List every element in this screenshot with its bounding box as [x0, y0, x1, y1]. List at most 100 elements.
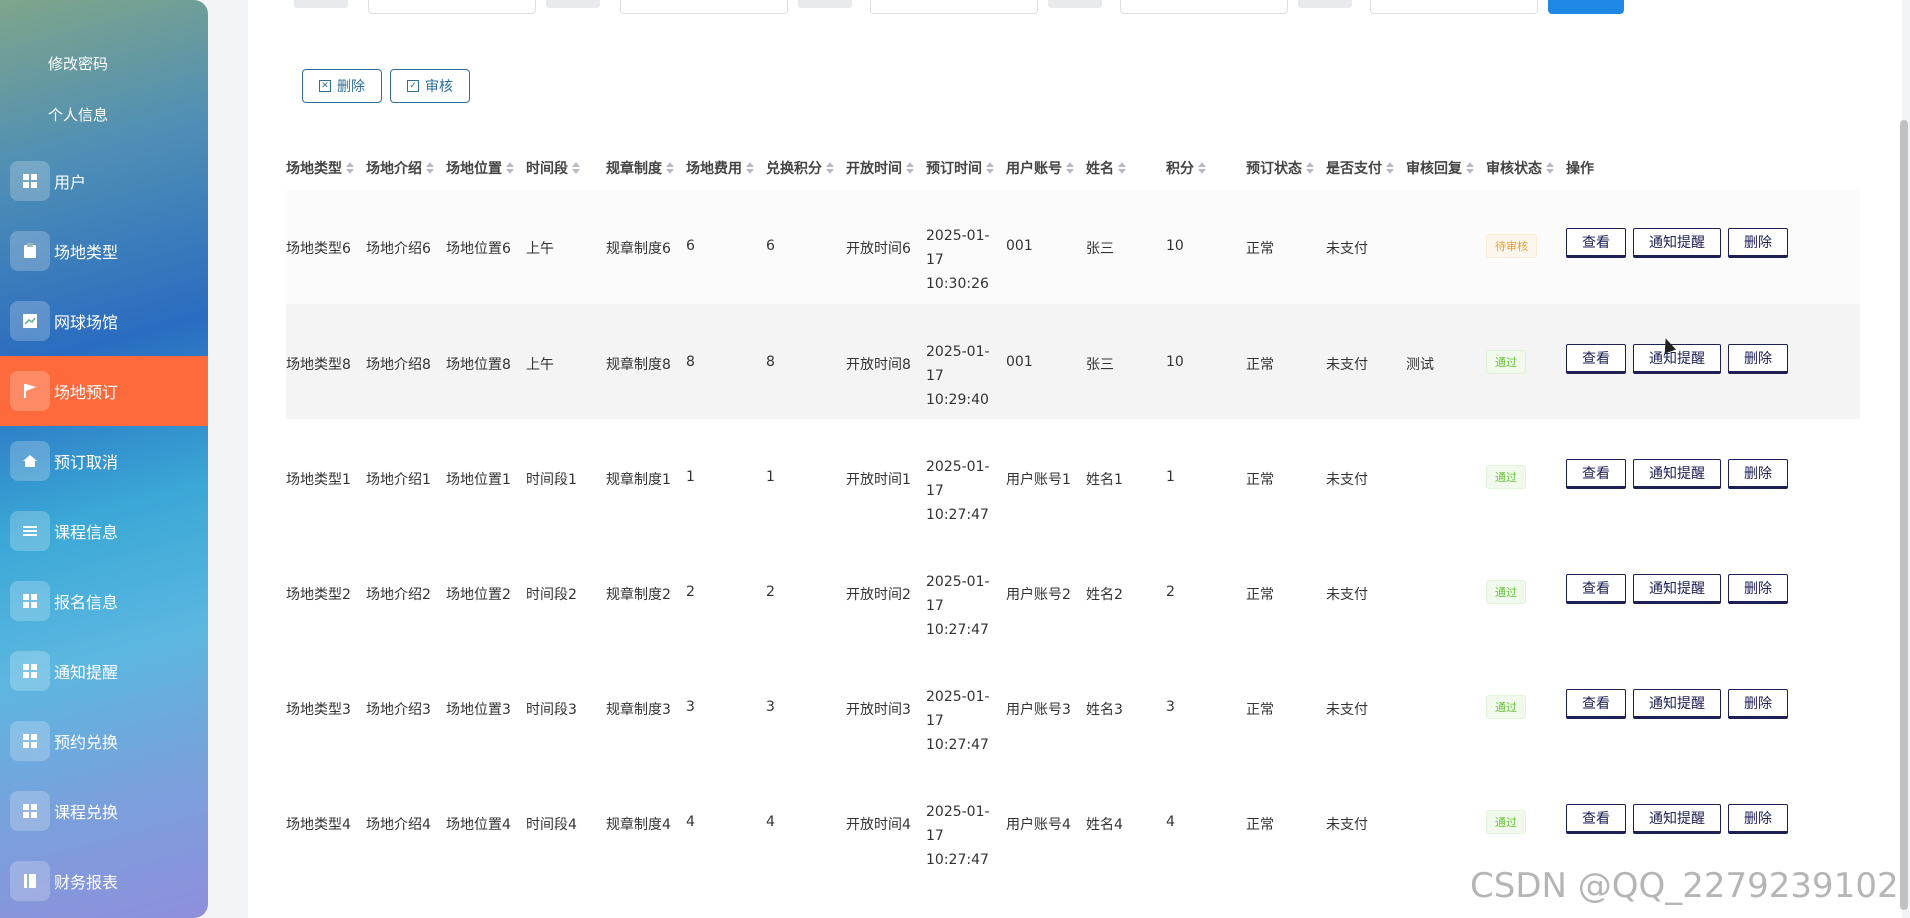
cell-account: 001: [1006, 238, 1033, 254]
col-venue-type[interactable]: 场地类型: [286, 150, 354, 186]
view-button[interactable]: 查看: [1566, 804, 1626, 834]
sort-icon[interactable]: [1546, 162, 1554, 174]
delete-button[interactable]: 删除: [1728, 228, 1788, 258]
view-button[interactable]: 查看: [1566, 689, 1626, 719]
sort-icon[interactable]: [1306, 162, 1314, 174]
cell-open-time: 开放时间8: [846, 357, 911, 373]
filter-label: [1298, 0, 1352, 8]
view-button[interactable]: 查看: [1566, 459, 1626, 489]
sidebar-item-notifications[interactable]: 通知提醒: [0, 636, 208, 706]
cell-venue-intro: 场地介绍2: [366, 587, 431, 603]
cell-points: 1: [1166, 469, 1175, 485]
notify-button[interactable]: 通知提醒: [1633, 689, 1721, 719]
sort-icon[interactable]: [426, 162, 434, 174]
sort-icon[interactable]: [1466, 162, 1474, 174]
batch-delete-button[interactable]: ✕ 删除: [302, 69, 382, 103]
delete-button[interactable]: 删除: [1728, 344, 1788, 374]
search-button[interactable]: [1548, 0, 1624, 14]
cell-fee: 4: [686, 814, 695, 830]
col-booking-status[interactable]: 预订状态: [1246, 150, 1314, 186]
cell-booking-status: 正常: [1246, 241, 1274, 257]
cell-time-period: 时间段4: [526, 817, 577, 833]
cell-booking-time: 2025-01-17 10:27:47: [926, 574, 990, 638]
cell-booking-time: 2025-01-17 10:27:47: [926, 804, 990, 868]
cell-points: 2: [1166, 584, 1175, 600]
view-button[interactable]: 查看: [1566, 574, 1626, 604]
delete-button[interactable]: 删除: [1728, 574, 1788, 604]
cell-venue-intro: 场地介绍6: [366, 241, 431, 257]
notify-button[interactable]: 通知提醒: [1633, 228, 1721, 258]
cell-open-time: 开放时间3: [846, 702, 911, 718]
filter-input[interactable]: [620, 0, 788, 14]
cell-rules: 规章制度6: [606, 241, 671, 257]
col-booking-time[interactable]: 预订时间: [926, 150, 994, 186]
cell-name: 姓名1: [1086, 472, 1123, 488]
view-button[interactable]: 查看: [1566, 344, 1626, 374]
audit-button[interactable]: ✓ 审核: [390, 69, 470, 103]
sort-icon[interactable]: [572, 162, 580, 174]
sort-icon[interactable]: [906, 162, 914, 174]
delete-button[interactable]: 删除: [1728, 459, 1788, 489]
sidebar-item-finance-report[interactable]: 财务报表: [0, 846, 208, 916]
filter-input[interactable]: [870, 0, 1038, 14]
sidebar-item-booking-exchange[interactable]: 预约兑换: [0, 706, 208, 776]
filter-input[interactable]: [368, 0, 536, 14]
delete-button[interactable]: 删除: [1728, 804, 1788, 834]
view-button[interactable]: 查看: [1566, 228, 1626, 258]
filter-label: [1048, 0, 1102, 8]
col-points[interactable]: 积分: [1166, 150, 1206, 186]
sort-icon[interactable]: [1066, 162, 1074, 174]
sort-icon[interactable]: [506, 162, 514, 174]
filter-label: [546, 0, 600, 8]
cell-open-time: 开放时间1: [846, 472, 911, 488]
filter-input[interactable]: [1370, 0, 1538, 14]
notify-button[interactable]: 通知提醒: [1633, 804, 1721, 834]
sidebar-item-label: 预订取消: [54, 453, 119, 472]
sidebar-item-venue-type[interactable]: 场地类型: [0, 216, 208, 286]
sidebar-item-tennis-venue[interactable]: 网球场馆: [0, 286, 208, 356]
col-open-time[interactable]: 开放时间: [846, 150, 914, 186]
col-fee[interactable]: 场地费用: [686, 150, 754, 186]
sort-icon[interactable]: [1198, 162, 1206, 174]
status-badge: 通过: [1486, 580, 1526, 604]
sort-icon[interactable]: [746, 162, 754, 174]
notify-button[interactable]: 通知提醒: [1633, 344, 1721, 374]
profile-link[interactable]: 个人信息: [48, 104, 108, 125]
sidebar-item-users[interactable]: 用户: [0, 146, 208, 216]
notify-button[interactable]: 通知提醒: [1633, 574, 1721, 604]
filter-input[interactable]: [1120, 0, 1288, 14]
sidebar-item-enrollment[interactable]: 报名信息: [0, 566, 208, 636]
col-time-period[interactable]: 时间段: [526, 150, 580, 186]
cell-venue-location: 场地位置6: [446, 241, 511, 257]
sort-icon[interactable]: [826, 162, 834, 174]
col-venue-intro[interactable]: 场地介绍: [366, 150, 434, 186]
cell-venue-type: 场地类型2: [286, 587, 351, 603]
sort-icon[interactable]: [1118, 162, 1126, 174]
sort-icon[interactable]: [986, 162, 994, 174]
col-name[interactable]: 姓名: [1086, 150, 1126, 186]
sidebar-item-booking[interactable]: 场地预订: [0, 356, 208, 426]
cell-account: 用户账号1: [1006, 472, 1071, 488]
vertical-scrollbar[interactable]: [1900, 120, 1908, 910]
change-password-link[interactable]: 修改密码: [48, 53, 108, 74]
delete-button[interactable]: 删除: [1728, 689, 1788, 719]
cell-fee: 8: [686, 354, 695, 370]
sort-icon[interactable]: [346, 162, 354, 174]
sidebar-item-course-exchange[interactable]: 课程兑换: [0, 776, 208, 846]
col-paid[interactable]: 是否支付: [1326, 150, 1394, 186]
col-exchange-points[interactable]: 兑换积分: [766, 150, 834, 186]
cell-booking-time: 2025-01-17 10:30:26: [926, 228, 990, 292]
notify-button[interactable]: 通知提醒: [1633, 459, 1721, 489]
col-audit-status[interactable]: 审核状态: [1486, 150, 1554, 186]
col-venue-location[interactable]: 场地位置: [446, 150, 514, 186]
sort-icon[interactable]: [666, 162, 674, 174]
cell-points: 3: [1166, 699, 1175, 715]
sidebar-item-courses[interactable]: 课程信息: [0, 496, 208, 566]
cell-open-time: 开放时间6: [846, 241, 911, 257]
col-account[interactable]: 用户账号: [1006, 150, 1074, 186]
col-audit-reply[interactable]: 审核回复: [1406, 150, 1474, 186]
cell-venue-type: 场地类型1: [286, 472, 351, 488]
col-rules[interactable]: 规章制度: [606, 150, 674, 186]
sidebar-item-cancel-booking[interactable]: 预订取消: [0, 426, 208, 496]
sort-icon[interactable]: [1386, 162, 1394, 174]
